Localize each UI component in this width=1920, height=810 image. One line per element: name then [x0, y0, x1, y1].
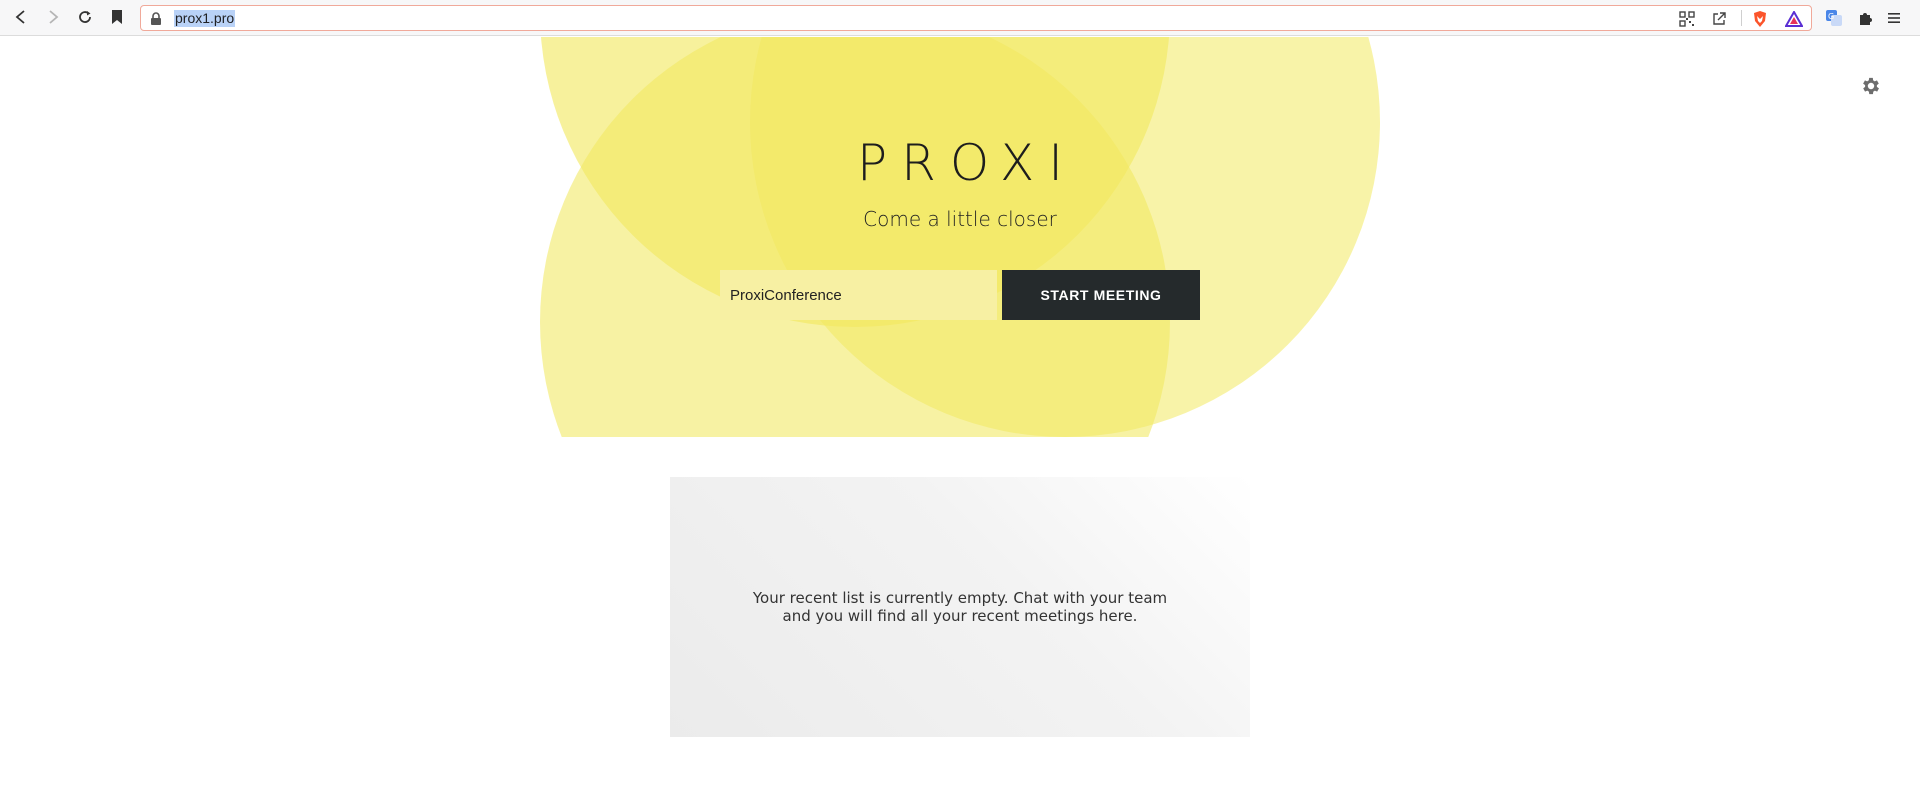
forward-arrow-icon[interactable] — [42, 6, 64, 28]
hero-background — [0, 37, 1920, 437]
hamburger-menu-icon[interactable] — [1882, 6, 1906, 30]
start-meeting-button[interactable]: START MEETING — [1002, 270, 1200, 320]
bookmark-icon[interactable] — [106, 6, 128, 28]
address-bar[interactable]: prox1.pro — [140, 5, 1812, 31]
room-name-input[interactable] — [720, 270, 997, 320]
tagline: Come a little closer — [863, 207, 1057, 231]
lock-icon — [146, 9, 166, 29]
browser-toolbar: prox1.pro G — [0, 0, 1920, 36]
puzzle-piece-icon[interactable] — [1854, 6, 1878, 30]
external-link-icon[interactable] — [1709, 9, 1729, 29]
page: PROXI Come a little closer START MEETING… — [0, 37, 1920, 810]
translate-icon[interactable]: G — [1822, 6, 1846, 30]
qr-code-icon[interactable] — [1677, 9, 1697, 29]
gear-icon[interactable] — [1857, 72, 1885, 100]
recent-empty-message: Your recent list is currently empty. Cha… — [752, 589, 1168, 625]
brave-rewards-icon[interactable] — [1784, 9, 1804, 29]
reload-icon[interactable] — [74, 6, 96, 28]
svg-text:G: G — [1828, 12, 1834, 21]
brand-title: PROXI — [856, 134, 1078, 192]
url-text[interactable]: prox1.pro — [174, 10, 236, 27]
back-arrow-icon[interactable] — [10, 6, 32, 28]
recent-meetings-panel: Your recent list is currently empty. Cha… — [670, 477, 1250, 737]
toolbar-separator — [1741, 10, 1742, 26]
brave-shield-icon[interactable] — [1750, 9, 1770, 29]
